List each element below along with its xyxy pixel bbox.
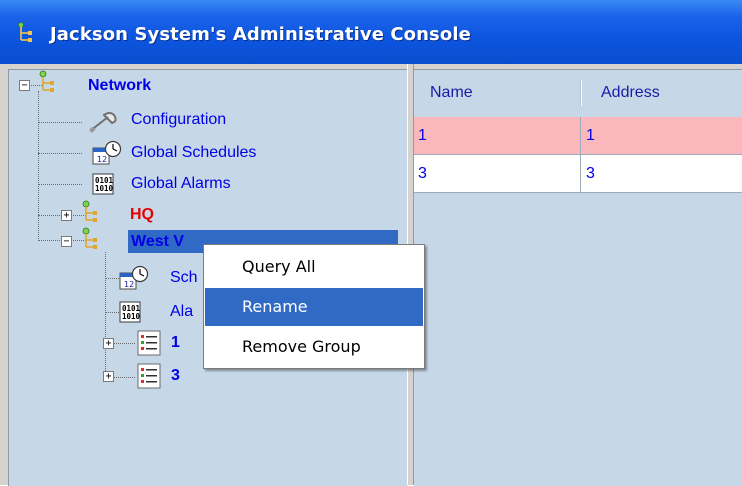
wrench-icon bbox=[89, 112, 117, 133]
tree-connector bbox=[38, 122, 82, 124]
tree-item-device-1[interactable]: 1 bbox=[171, 333, 180, 353]
svg-text:1010: 1010 bbox=[95, 184, 114, 193]
context-menu: Query All Rename Remove Group bbox=[203, 244, 425, 369]
table-row[interactable]: 3 3 bbox=[414, 155, 742, 193]
alarm-binary-icon: 0101 1010 bbox=[119, 301, 141, 323]
tree-item-alarms[interactable]: Ala bbox=[170, 302, 193, 322]
svg-text:12: 12 bbox=[97, 155, 107, 164]
cell-divider bbox=[580, 155, 581, 192]
tree-item-configuration[interactable]: Configuration bbox=[131, 110, 226, 130]
tree-connector bbox=[38, 153, 82, 155]
network-node-icon bbox=[82, 227, 97, 249]
collapse-toggle[interactable]: − bbox=[19, 80, 30, 91]
tree-connector bbox=[38, 184, 82, 186]
tree-item-device-3[interactable]: 3 bbox=[171, 366, 180, 386]
tree-item-hq[interactable]: HQ bbox=[130, 205, 154, 225]
schedule-clock-icon: 12 bbox=[119, 265, 149, 290]
window-title: Jackson System's Administrative Console bbox=[50, 24, 471, 45]
table-row[interactable]: 1 1 bbox=[414, 117, 742, 155]
tree-item-network[interactable]: Network bbox=[88, 76, 151, 96]
network-node-icon bbox=[82, 200, 97, 222]
device-list-icon bbox=[137, 330, 161, 356]
schedule-clock-icon: 12 bbox=[92, 140, 122, 165]
tree-item-global-schedules[interactable]: Global Schedules bbox=[131, 143, 256, 163]
expand-toggle[interactable]: + bbox=[103, 371, 114, 382]
cell-address: 1 bbox=[586, 127, 595, 144]
cell-name: 1 bbox=[418, 127, 427, 144]
svg-text:1010: 1010 bbox=[122, 312, 141, 321]
menu-item-remove-group[interactable]: Remove Group bbox=[205, 328, 423, 366]
column-resize-handle[interactable] bbox=[580, 80, 582, 106]
svg-text:12: 12 bbox=[124, 280, 134, 289]
collapse-toggle[interactable]: − bbox=[61, 236, 72, 247]
table-header: Name Address bbox=[414, 70, 742, 115]
cell-divider bbox=[580, 117, 581, 154]
tree-connector bbox=[113, 343, 135, 345]
cell-name: 3 bbox=[418, 165, 427, 182]
column-header-name[interactable]: Name bbox=[430, 70, 473, 115]
expand-toggle[interactable]: + bbox=[61, 210, 72, 221]
window-titlebar[interactable]: Jackson System's Administrative Console bbox=[0, 0, 742, 65]
column-header-address[interactable]: Address bbox=[601, 70, 660, 115]
tree-item-schedules[interactable]: Sch bbox=[170, 268, 198, 288]
menu-item-query-all[interactable]: Query All bbox=[205, 248, 423, 286]
expand-toggle[interactable]: + bbox=[103, 338, 114, 349]
tree-connector bbox=[113, 377, 135, 379]
device-list-icon bbox=[137, 363, 161, 389]
network-node-icon bbox=[39, 70, 54, 92]
tree-connector bbox=[105, 252, 107, 377]
cell-address: 3 bbox=[586, 165, 595, 182]
tree-item-global-alarms[interactable]: Global Alarms bbox=[131, 174, 231, 194]
network-node-icon bbox=[18, 22, 32, 42]
alarm-binary-icon: 0101 1010 bbox=[92, 173, 114, 195]
menu-item-rename[interactable]: Rename bbox=[205, 288, 423, 326]
tree-item-west[interactable]: West V bbox=[131, 232, 184, 252]
